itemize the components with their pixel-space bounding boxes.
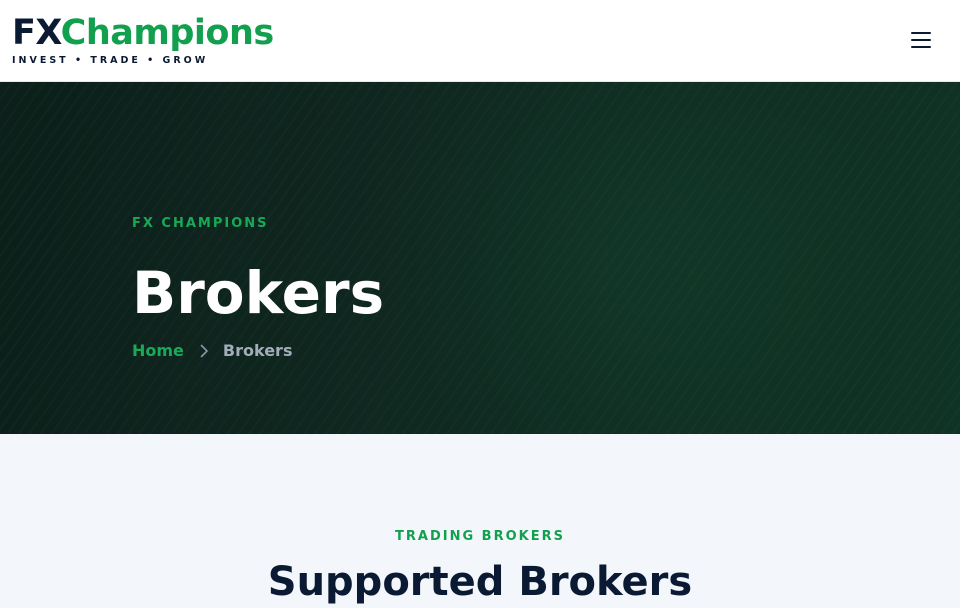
breadcrumb-home-link[interactable]: Home — [132, 341, 184, 360]
site-logo[interactable]: FXChampions INVEST • TRADE • GROW — [12, 14, 274, 66]
menu-bar — [911, 46, 931, 48]
logo-champions-text: Champions — [60, 13, 275, 53]
top-navbar: FXChampions INVEST • TRADE • GROW — [0, 0, 960, 82]
hero-kicker: FX CHAMPIONS — [132, 216, 269, 231]
section-title: Supported Brokers — [267, 559, 693, 605]
section-kicker: TRADING BROKERS — [395, 529, 565, 544]
hamburger-menu-icon[interactable] — [906, 26, 936, 54]
supported-brokers-section: TRADING BROKERS Supported Brokers — [0, 434, 960, 605]
logo-tagline: INVEST • TRADE • GROW — [12, 55, 209, 66]
breadcrumb: Home Brokers — [132, 341, 292, 360]
breadcrumb-current: Brokers — [222, 341, 293, 360]
page-hero-banner: FX CHAMPIONS Brokers Home Brokers — [0, 82, 960, 434]
logo-wordmark: FXChampions — [12, 14, 274, 52]
menu-bar — [911, 39, 931, 41]
chevron-right-icon — [200, 344, 209, 358]
logo-fx-text: FX — [12, 13, 61, 53]
menu-bar — [911, 32, 931, 34]
page-title: Brokers — [132, 259, 385, 327]
